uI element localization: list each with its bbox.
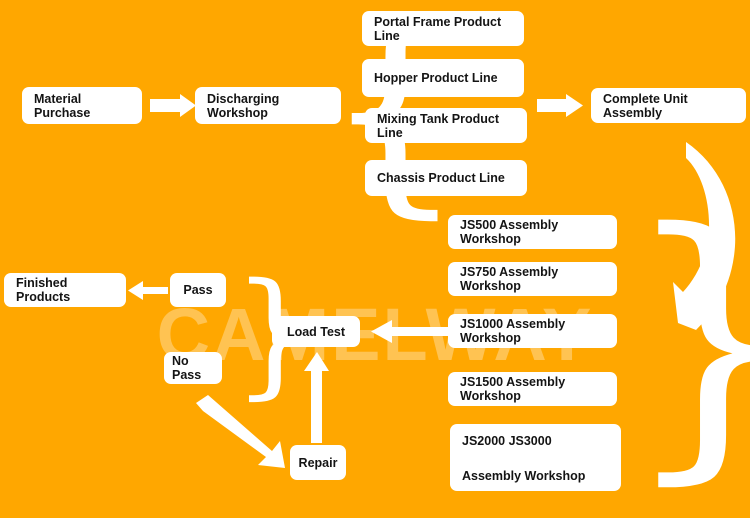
node-label: JS1000 Assembly Workshop (460, 317, 566, 345)
node-label: Material Purchase (34, 91, 91, 120)
arrow-material-to-discharging (150, 94, 196, 117)
node-label: Portal Frame Product Line (374, 14, 502, 43)
brace-assembly-workshops-close: } (622, 196, 750, 486)
node-label: Complete Unit Assembly (603, 91, 688, 120)
node-label-line2: Assembly Workshop (462, 468, 586, 483)
node-js750-assembly-workshop[interactable]: JS750 Assembly Workshop (448, 262, 617, 296)
flowchart-canvas: CAMELWAY { } } (0, 0, 750, 518)
node-label: JS500 Assembly Workshop (460, 218, 559, 246)
node-mixing-tank-product-line[interactable]: Mixing Tank Product Line (365, 108, 527, 143)
node-pass[interactable]: Pass (170, 273, 226, 307)
node-hopper-product-line[interactable]: Hopper Product Line (362, 59, 524, 97)
node-load-test[interactable]: Load Test (272, 316, 360, 347)
node-label: Mixing Tank Product Line (377, 111, 499, 140)
node-chassis-product-line[interactable]: Chassis Product Line (365, 160, 527, 196)
node-discharging-workshop[interactable]: Discharging Workshop (195, 87, 341, 124)
arrow-js1000-to-load-test (371, 320, 452, 343)
node-label: No Pass (172, 354, 202, 382)
node-label: Hopper Product Line (374, 71, 498, 85)
node-label: JS1500 Assembly Workshop (460, 375, 566, 403)
node-js1000-assembly-workshop[interactable]: JS1000 Assembly Workshop (448, 314, 617, 348)
node-material-purchase[interactable]: Material Purchase (22, 87, 142, 124)
node-label-line1: JS2000 JS3000 (462, 434, 552, 448)
node-complete-unit-assembly[interactable]: Complete Unit Assembly (591, 88, 746, 123)
node-label: Discharging Workshop (207, 91, 280, 120)
arrow-productlines-to-complete-unit (537, 94, 583, 117)
arrow-pass-to-finished (128, 281, 168, 300)
node-label: Pass (183, 283, 213, 297)
node-label: JS750 Assembly Workshop (460, 265, 559, 293)
node-label: Repair (298, 455, 338, 470)
node-finished-products[interactable]: Finished Products (4, 273, 126, 307)
node-label: Load Test (286, 324, 346, 339)
node-label: Chassis Product Line (377, 171, 505, 185)
node-label: Finished Products (16, 276, 71, 304)
node-js500-assembly-workshop[interactable]: JS500 Assembly Workshop (448, 215, 617, 249)
node-repair[interactable]: Repair (290, 445, 346, 480)
node-portal-frame-product-line[interactable]: Portal Frame Product Line (362, 11, 524, 46)
node-no-pass[interactable]: No Pass (164, 352, 222, 384)
node-js1500-assembly-workshop[interactable]: JS1500 Assembly Workshop (448, 372, 617, 406)
node-js2000-js3000-assembly-workshop[interactable]: JS2000 JS3000 Assembly Workshop (450, 424, 621, 491)
